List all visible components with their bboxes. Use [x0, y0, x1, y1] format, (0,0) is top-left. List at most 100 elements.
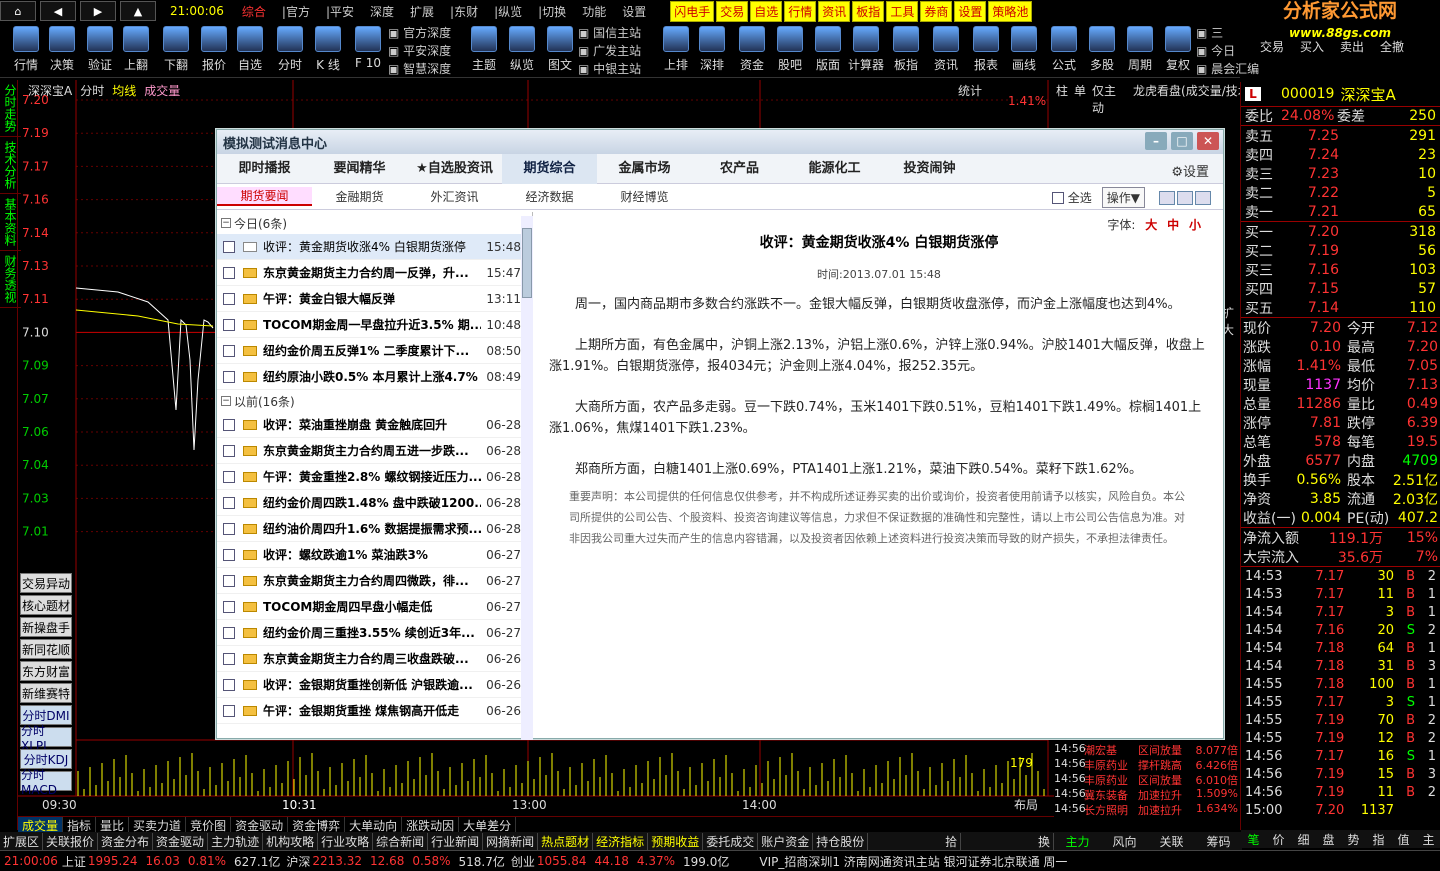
news-tab[interactable]: ★自选股资讯 — [407, 154, 502, 184]
indicator-tab[interactable]: 竞价图 — [186, 817, 232, 833]
toolbar-button[interactable]: 股吧 — [770, 26, 810, 73]
buy-level[interactable]: 买三 7.16 103 — [1241, 260, 1440, 279]
scrollbar-thumb[interactable] — [522, 228, 532, 298]
alert-row[interactable]: 14:56 长方照明 加速拉升 1.634% — [1054, 802, 1242, 817]
news-checkbox[interactable] — [223, 496, 235, 509]
back-icon[interactable]: ◀ — [40, 1, 76, 21]
toolbar-button[interactable]: 决策 — [42, 26, 82, 73]
panel-bottom-tab[interactable]: 风向 — [1101, 833, 1148, 850]
quick-button[interactable]: 策略池 — [988, 0, 1033, 22]
indicator-tab[interactable]: 指标 — [63, 817, 97, 833]
news-item[interactable]: TOCOM期金周一早盘拉升近3.5% 期... 10:48 — [217, 312, 532, 338]
extension-tab[interactable]: 综合新闻 — [373, 832, 429, 850]
quick-button[interactable]: 闪电手 — [670, 0, 715, 22]
trade-button[interactable]: 交易 — [1260, 38, 1284, 55]
extension-tab[interactable]: 行业新闻 — [428, 832, 484, 850]
maximize-icon[interactable]: □ — [1171, 132, 1193, 150]
news-checkbox[interactable] — [223, 240, 235, 253]
index-cy-label[interactable]: 创业 — [511, 853, 535, 870]
toolbar-group-item[interactable]: ▣ 官方深度 — [388, 24, 451, 42]
news-tab[interactable]: 期货综合 — [502, 153, 597, 184]
settings-button[interactable]: ⚙设置 — [1171, 161, 1209, 180]
news-item[interactable]: 东京黄金期货主力合约周四微跌，徘... 06-27 — [217, 568, 532, 594]
extension-tab[interactable]: 资金驱动 — [153, 832, 209, 850]
buy-level[interactable]: 买二 7.19 56 — [1241, 241, 1440, 260]
sell-level[interactable]: 卖一 7.21 65 — [1241, 202, 1440, 221]
news-tab[interactable]: 金属市场 — [597, 154, 692, 184]
toolbar-button[interactable]: 报表 — [966, 26, 1006, 73]
quick-button[interactable]: 板指 — [852, 0, 885, 22]
toolbar-button[interactable]: 纵览 — [502, 26, 542, 73]
news-checkbox[interactable] — [223, 704, 235, 717]
news-checkbox[interactable] — [223, 318, 235, 331]
toolbar-group-item[interactable]: ▣ 国信主站 — [578, 24, 641, 42]
news-item[interactable]: 午评：黄金重挫2.8% 螺纹钢接近压力... 06-28 — [217, 464, 532, 490]
indicator-tab[interactable]: 量比 — [96, 817, 130, 833]
operation-dropdown[interactable]: 操作▼ — [1101, 187, 1145, 208]
toolbar-group-item[interactable]: ▣ 智慧深度 — [388, 60, 451, 78]
news-item[interactable]: 收评：菜油重挫崩盘 黄金触底回升 06-28 — [217, 412, 532, 438]
side-button[interactable]: 新维赛特 — [20, 683, 72, 703]
toolbar-group-item[interactable]: ▣ 中银主站 — [578, 60, 641, 78]
panel-tab[interactable]: 仅主动 — [1092, 82, 1127, 116]
menu-item[interactable]: |官方 — [274, 3, 318, 20]
quick-button[interactable]: 交易 — [716, 0, 749, 22]
toolbar-button[interactable]: 验证 — [80, 26, 120, 73]
extension-tab[interactable]: 机构攻略 — [263, 832, 319, 850]
extension-tab[interactable]: 持仓股份 — [813, 832, 869, 850]
news-subtab[interactable]: 财经博览 — [597, 188, 692, 205]
side-button[interactable]: 分时MACD — [20, 768, 72, 797]
menu-item[interactable]: 深度 — [362, 3, 402, 20]
extension-tab[interactable]: 扩展区 — [0, 832, 44, 850]
extension-tab[interactable]: 预期收益 — [648, 832, 704, 850]
news-checkbox[interactable] — [223, 678, 235, 691]
news-item[interactable]: 纽约油价周四升1.6% 数据提振需求预... 06-28 — [217, 516, 532, 542]
quote-tab[interactable]: 细 — [1291, 831, 1316, 848]
toolbar-button[interactable]: F 10 — [348, 26, 388, 70]
toolbar-button[interactable]: 图文 — [540, 26, 580, 73]
side-button[interactable]: 新操盘手 — [20, 617, 72, 637]
news-item[interactable]: 午评：金银期货重挫 煤焦钢高开低走 06-26 — [217, 698, 532, 724]
news-item[interactable]: 午评：黄金白银大幅反弹 13:11 — [217, 286, 532, 312]
toolbar-button[interactable]: 上翻 — [116, 26, 156, 73]
quote-tab[interactable]: 盘 — [1316, 831, 1341, 848]
news-item[interactable]: 东京黄金期货主力合约周五进一步跌... 06-28 — [217, 438, 532, 464]
quote-tab[interactable]: 势 — [1341, 831, 1366, 848]
menu-item[interactable]: |平安 — [318, 3, 362, 20]
side-button[interactable]: 交易异动 — [20, 573, 72, 593]
toolbar-group-item[interactable]: ▣ 晨会汇编 — [1196, 60, 1259, 78]
quote-tab[interactable]: 价 — [1266, 831, 1291, 848]
toolbar-button[interactable]: 多股 — [1082, 26, 1122, 73]
news-checkbox[interactable] — [223, 626, 235, 639]
quote-tab[interactable]: 值 — [1391, 831, 1416, 848]
toolbar-button[interactable]: 画线 — [1004, 26, 1044, 73]
menu-item[interactable]: 功能 — [574, 3, 614, 20]
news-item[interactable]: 收评：金银期货重挫创新低 沪银跌逾... 06-26 — [217, 672, 532, 698]
news-subtab[interactable]: 期货要闻 — [217, 187, 312, 206]
indicator-tab[interactable]: 资金博弈 — [288, 817, 346, 833]
font-size-large[interactable]: 大 — [1145, 218, 1157, 232]
buy-level[interactable]: 买四 7.15 57 — [1241, 279, 1440, 298]
font-size-small[interactable]: 小 — [1189, 218, 1201, 232]
news-checkbox[interactable] — [223, 470, 235, 483]
news-checkbox[interactable] — [223, 418, 235, 431]
toolbar-button[interactable]: 报价 — [194, 26, 234, 73]
collapse-icon[interactable]: ▲ — [120, 1, 156, 21]
indicator-tab[interactable]: 涨跌动因 — [402, 817, 460, 833]
toolbar-button[interactable]: 分时 — [270, 26, 310, 73]
trade-button[interactable]: 卖出 — [1340, 38, 1364, 55]
quote-tab[interactable]: 主 — [1416, 831, 1440, 848]
toolbar-group-item[interactable]: ▣ 广发主站 — [578, 42, 641, 60]
indicator-tab[interactable]: 资金驱动 — [231, 817, 289, 833]
news-item[interactable]: 收评：黄金期货收涨4% 白银期货涨停 15:48 — [217, 234, 532, 260]
news-item[interactable]: 纽约金价周五反弹1% 二季度累计下... 08:50 — [217, 338, 532, 364]
news-item[interactable]: 纽约金价周三重挫3.55% 续创近3年... 06-27 — [217, 620, 532, 646]
news-list-scrollbar[interactable] — [521, 216, 533, 740]
news-checkbox[interactable] — [223, 344, 235, 357]
alert-row[interactable]: 14:56 冀东装备 加速拉升 1.509% — [1054, 787, 1242, 802]
forward-icon[interactable]: ▶ — [80, 1, 116, 21]
side-button[interactable]: 分时XLPL — [20, 724, 72, 753]
quick-button[interactable]: 设置 — [954, 0, 987, 22]
menu-item[interactable]: 综合 — [234, 3, 274, 20]
toolbar-button[interactable]: 深排 — [692, 26, 732, 73]
